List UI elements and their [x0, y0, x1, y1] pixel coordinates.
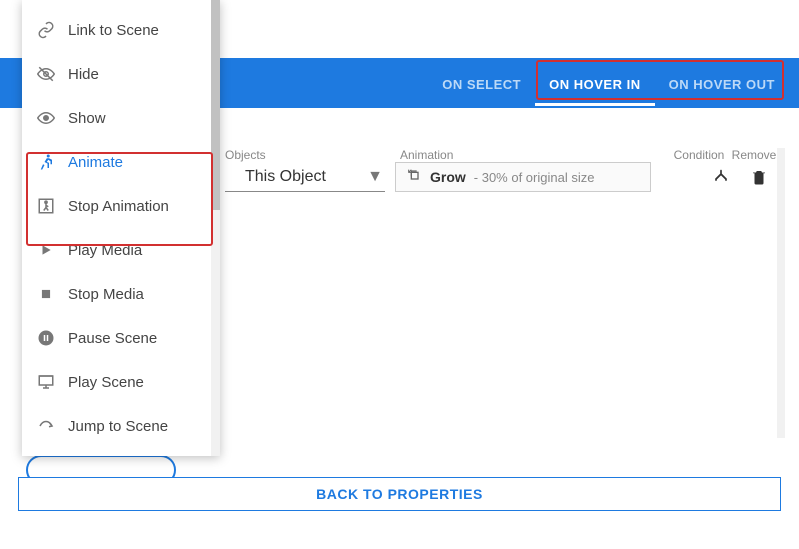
- menu-item-label: Play Media: [68, 242, 142, 259]
- menu-item-label: Jump to Scene: [68, 418, 168, 435]
- back-to-properties-button[interactable]: BACK TO PROPERTIES: [18, 477, 781, 511]
- menu-scrollbar[interactable]: [211, 0, 220, 456]
- label-animation: Animation: [400, 148, 660, 162]
- presentation-icon: [36, 372, 56, 392]
- stop-icon: [36, 284, 56, 304]
- menu-item-label: Stop Media: [68, 286, 144, 303]
- action-row: This Object ▼ Grow - 30% of original siz…: [225, 162, 773, 192]
- condition-button[interactable]: [707, 163, 735, 191]
- menu-scrollbar-thumb[interactable]: [211, 0, 220, 210]
- menu-item-animate[interactable]: Animate: [22, 140, 220, 184]
- menu-item-label: Play Scene: [68, 374, 144, 391]
- actions-menu: Link to Scene Hide Show Animate Stop Ani…: [22, 0, 220, 456]
- menu-item-label: Pause Scene: [68, 330, 157, 347]
- exit-icon: [36, 196, 56, 216]
- animation-button[interactable]: Grow - 30% of original size: [395, 162, 651, 192]
- menu-item-play-media[interactable]: Play Media: [22, 228, 220, 272]
- menu-item-label: Show: [68, 110, 106, 127]
- objects-dropdown[interactable]: This Object ▼: [225, 162, 385, 192]
- tab-on-hover-in[interactable]: ON HOVER IN: [535, 61, 654, 106]
- eye-icon: [36, 108, 56, 128]
- menu-item-label: Link to Scene: [68, 22, 159, 39]
- label-objects: Objects: [225, 148, 390, 162]
- link-icon: [36, 20, 56, 40]
- menu-item-label: Animate: [68, 154, 123, 171]
- play-icon: [36, 240, 56, 260]
- animation-name: Grow: [430, 169, 466, 185]
- tab-on-hover-out[interactable]: ON HOVER OUT: [655, 61, 789, 106]
- content-scrollbar[interactable]: [777, 148, 785, 438]
- chevron-down-icon: ▼: [367, 168, 383, 186]
- label-remove: Remove: [729, 148, 779, 162]
- menu-item-hide[interactable]: Hide: [22, 52, 220, 96]
- branch-icon: [711, 167, 731, 187]
- jump-icon: [36, 416, 56, 436]
- remove-button[interactable]: [745, 163, 773, 191]
- menu-item-play-scene[interactable]: Play Scene: [22, 360, 220, 404]
- menu-item-jump-to-scene[interactable]: Jump to Scene: [22, 404, 220, 448]
- menu-item-link-to-scene[interactable]: Link to Scene: [22, 8, 220, 52]
- trash-icon: [750, 168, 768, 186]
- animation-sub: - 30% of original size: [474, 170, 595, 185]
- menu-item-stop-animation[interactable]: Stop Animation: [22, 184, 220, 228]
- label-condition: Condition: [669, 148, 729, 162]
- objects-dropdown-value: This Object: [245, 168, 326, 186]
- menu-item-stop-media[interactable]: Stop Media: [22, 272, 220, 316]
- menu-item-show[interactable]: Show: [22, 96, 220, 140]
- grow-icon: [406, 167, 422, 188]
- menu-item-label: Stop Animation: [68, 198, 169, 215]
- row-labels: Objects Animation Condition Remove: [225, 148, 779, 162]
- pause-circle-icon: [36, 328, 56, 348]
- eye-off-icon: [36, 64, 56, 84]
- tab-on-select[interactable]: ON SELECT: [428, 61, 535, 106]
- run-icon: [36, 152, 56, 172]
- menu-item-label: Hide: [68, 66, 99, 83]
- menu-item-pause-scene[interactable]: Pause Scene: [22, 316, 220, 360]
